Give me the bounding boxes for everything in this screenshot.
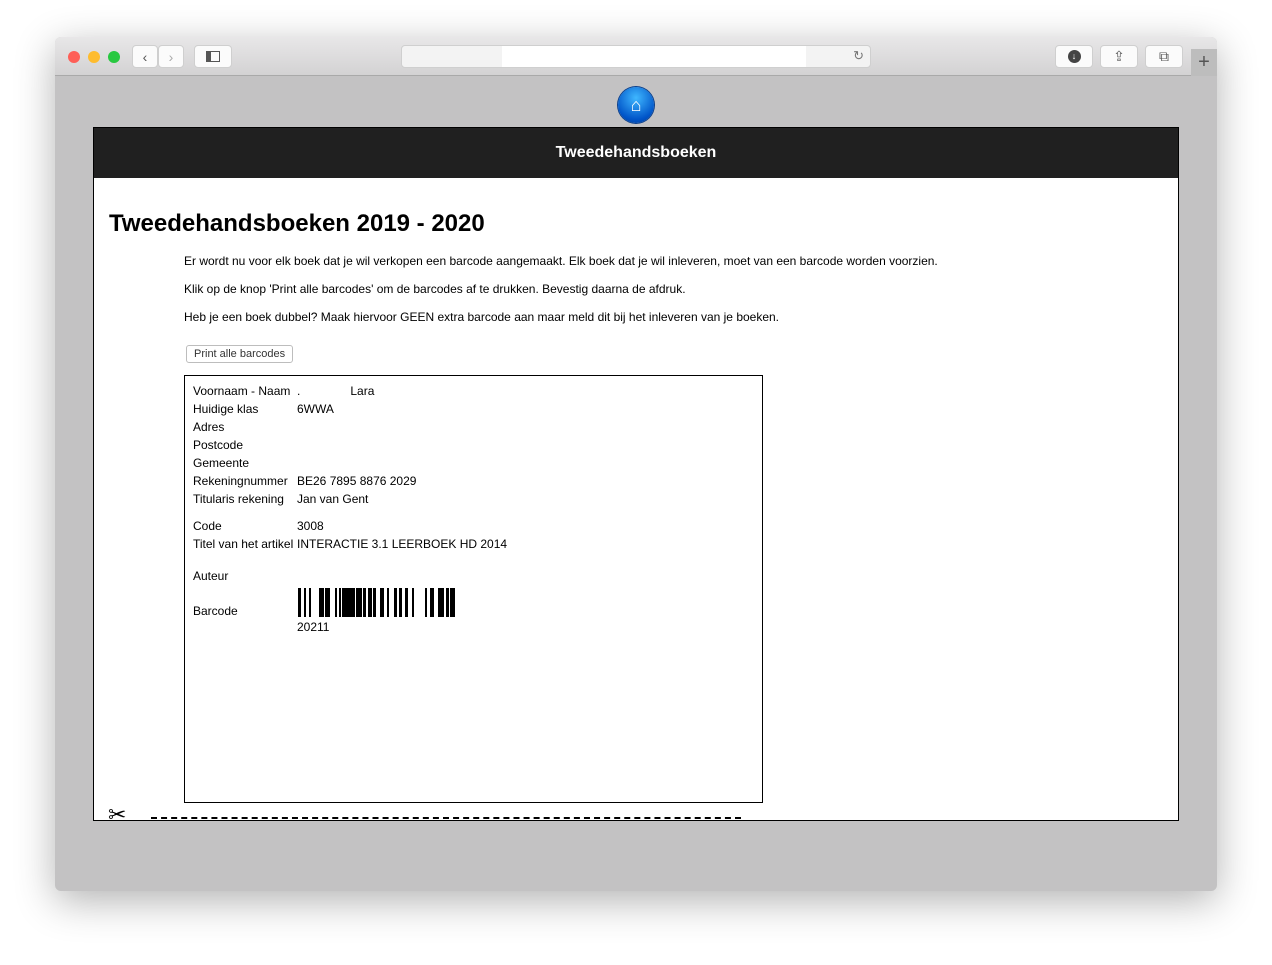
label: Huidige klas	[193, 402, 259, 416]
tabs-icon: ⧉	[1159, 48, 1169, 64]
site-header: Tweedehandsboeken	[94, 128, 1178, 178]
chevron-left-icon: ‹	[142, 48, 148, 65]
share-button[interactable]: ⇪	[1100, 45, 1138, 68]
card-row: Gemeente	[193, 456, 297, 470]
value: BE26 7895 8876 2029	[297, 474, 417, 488]
value: INTERACTIE 3.1 LEERBOEK HD 2014	[297, 537, 508, 551]
card-row: Auteur	[193, 569, 297, 583]
value: 6WWA	[297, 402, 334, 416]
barcode-card: Voornaam - Naam . Lara Huidige klas 6WWA A…	[184, 375, 763, 803]
label: Postcode	[193, 438, 244, 452]
browser-window: ‹ › ↻ ↓ ⇪ ⧉ + ⌂ Tweedehandsboeken Tweede…	[55, 37, 1217, 891]
label: Barcode	[193, 604, 238, 618]
scissors-icon: ✂	[108, 802, 127, 821]
card-row: Titel van het artikel INTERACTIE 3.1 LEER…	[193, 537, 507, 551]
chevron-right-icon: ›	[168, 48, 174, 65]
barcode-number: 20211	[297, 620, 330, 634]
card-row: Titularis rekening Jan van Gent	[193, 492, 368, 506]
label: Gemeente	[193, 456, 250, 470]
address-bar[interactable]: ↻	[401, 45, 871, 68]
barcode-image	[298, 588, 455, 617]
label: Titularis rekening	[193, 492, 284, 506]
forward-button[interactable]: ›	[158, 45, 184, 68]
sidebar-button[interactable]	[194, 45, 232, 68]
card-row: Code 3008	[193, 519, 324, 533]
share-icon: ⇪	[1113, 48, 1125, 64]
tabs-overview-button[interactable]: ⧉	[1145, 45, 1183, 68]
card-row: Voornaam - Naam . Lara	[193, 384, 374, 398]
intro-text-1: Er wordt nu voor elk boek dat je wil ver…	[184, 254, 938, 268]
close-window-button[interactable]	[68, 51, 80, 63]
reload-icon[interactable]: ↻	[853, 48, 864, 64]
new-tab-button[interactable]: +	[1191, 49, 1217, 76]
sidebar-icon	[206, 51, 220, 62]
page-content: Tweedehandsboeken Tweedehandsboeken 2019…	[93, 127, 1179, 821]
minimize-window-button[interactable]	[88, 51, 100, 63]
downloads-button[interactable]: ↓	[1055, 45, 1093, 68]
back-button[interactable]: ‹	[132, 45, 158, 68]
label: Rekeningnummer	[193, 474, 288, 488]
card-row: Barcode	[193, 604, 297, 618]
intro-text-2: Klik op de knop 'Print alle barcodes' om…	[184, 282, 686, 296]
label: Adres	[193, 420, 225, 434]
page-title: Tweedehandsboeken 2019 - 2020	[109, 210, 485, 237]
label: Code	[193, 519, 222, 533]
home-icon: ⌂	[630, 94, 642, 115]
label: Titel van het artikel	[193, 537, 294, 551]
value: 3008	[297, 519, 324, 533]
browser-toolbar: ‹ › ↻ ↓ ⇪ ⧉ +	[55, 37, 1217, 76]
card-row: Adres	[193, 420, 297, 434]
value: Jan van Gent	[297, 492, 369, 506]
card-row: Postcode	[193, 438, 297, 452]
card-row: Huidige klas 6WWA	[193, 402, 334, 416]
print-all-barcodes-button[interactable]: Print alle barcodes	[186, 345, 294, 363]
intro-text-3: Heb je een boek dubbel? Maak hiervoor GE…	[184, 310, 780, 324]
cut-line	[151, 817, 741, 819]
maximize-window-button[interactable]	[108, 51, 120, 63]
label: Voornaam - Naam	[193, 384, 291, 398]
label: Auteur	[193, 569, 229, 583]
card-row: Rekeningnummer BE26 7895 8876 2029	[193, 474, 416, 488]
download-icon: ↓	[1067, 50, 1081, 63]
value: . Lara	[297, 384, 375, 398]
home-button[interactable]: ⌂	[618, 87, 654, 123]
